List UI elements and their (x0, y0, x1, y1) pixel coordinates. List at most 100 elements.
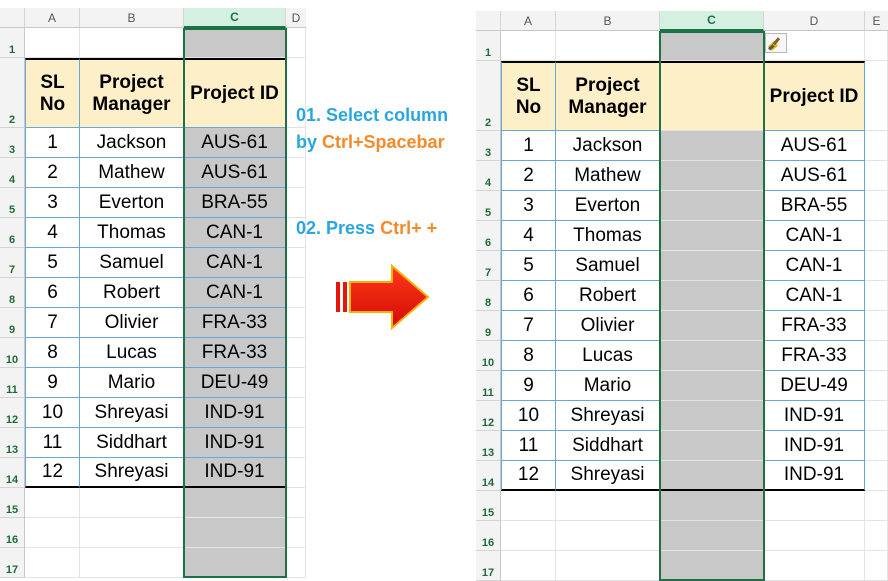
cell[interactable] (80, 518, 184, 548)
project-id-cell[interactable]: FRA-33 (184, 338, 286, 368)
project-id-cell[interactable]: FRA-33 (764, 311, 865, 341)
column-header-c[interactable]: C (184, 8, 286, 28)
sl-no-cell[interactable]: 10 (501, 401, 556, 431)
manager-cell[interactable]: Shreyasi (80, 398, 184, 428)
column-header-e[interactable]: E (865, 11, 888, 31)
cell[interactable] (660, 341, 764, 371)
row-header-6[interactable]: 6 (476, 221, 501, 251)
project-id-cell[interactable]: IND-91 (764, 401, 865, 431)
cell[interactable] (556, 491, 660, 521)
cell[interactable] (286, 278, 306, 308)
cell[interactable] (286, 368, 306, 398)
project-id-cell[interactable]: AUS-61 (184, 128, 286, 158)
manager-cell[interactable]: Lucas (80, 338, 184, 368)
project-id-header[interactable]: Project ID (184, 58, 286, 128)
manager-cell[interactable]: Jackson (556, 131, 660, 161)
sl-no-cell[interactable]: 8 (501, 341, 556, 371)
inserted-header-cell[interactable] (660, 61, 764, 131)
cell[interactable] (865, 341, 888, 371)
sl-no-cell[interactable]: 5 (25, 248, 80, 278)
manager-cell[interactable]: Everton (80, 188, 184, 218)
cell[interactable] (286, 398, 306, 428)
cell[interactable] (764, 551, 865, 581)
cell[interactable] (865, 551, 888, 581)
row-header-2[interactable]: 2 (476, 61, 501, 131)
project-id-cell[interactable]: FRA-33 (764, 341, 865, 371)
cell[interactable] (660, 131, 764, 161)
sl-no-cell[interactable]: 9 (501, 371, 556, 401)
project-id-cell[interactable]: IND-91 (764, 461, 865, 491)
project-manager-header[interactable]: Project Manager (556, 61, 660, 131)
row-header-9[interactable]: 9 (0, 308, 25, 338)
row-header-10[interactable]: 10 (476, 341, 501, 371)
cell[interactable] (865, 311, 888, 341)
manager-cell[interactable]: Lucas (556, 341, 660, 371)
row-header-9[interactable]: 9 (476, 311, 501, 341)
row-header-13[interactable]: 13 (0, 428, 25, 458)
sl-no-cell[interactable]: 4 (501, 221, 556, 251)
sl-no-cell[interactable]: 6 (25, 278, 80, 308)
row-header-1[interactable]: 1 (476, 31, 501, 61)
row-header-8[interactable]: 8 (476, 281, 501, 311)
row-header-12[interactable]: 12 (0, 398, 25, 428)
cell[interactable] (865, 191, 888, 221)
row-header-3[interactable]: 3 (0, 128, 25, 158)
cell[interactable] (660, 521, 764, 551)
cell[interactable] (660, 221, 764, 251)
cell[interactable] (286, 248, 306, 278)
manager-cell[interactable]: Jackson (80, 128, 184, 158)
row-header-14[interactable]: 14 (476, 461, 501, 491)
row-header-10[interactable]: 10 (0, 338, 25, 368)
project-id-cell[interactable]: CAN-1 (184, 248, 286, 278)
row-header-5[interactable]: 5 (0, 188, 25, 218)
cell[interactable] (865, 61, 888, 131)
sl-no-cell[interactable]: 9 (25, 368, 80, 398)
cell[interactable] (184, 488, 286, 518)
project-id-cell[interactable]: CAN-1 (184, 218, 286, 248)
row-header-11[interactable]: 11 (0, 368, 25, 398)
cell[interactable] (556, 521, 660, 551)
cell[interactable] (865, 461, 888, 491)
column-header-d[interactable]: D (286, 8, 306, 28)
cell[interactable] (865, 401, 888, 431)
manager-cell[interactable]: Robert (80, 278, 184, 308)
cell[interactable] (25, 518, 80, 548)
sl-no-cell[interactable]: 2 (501, 161, 556, 191)
cell[interactable] (556, 31, 660, 61)
project-id-cell[interactable]: IND-91 (184, 428, 286, 458)
column-header-a[interactable]: A (501, 11, 556, 31)
sl-no-cell[interactable]: 2 (25, 158, 80, 188)
sl-no-cell[interactable]: 4 (25, 218, 80, 248)
cell[interactable] (865, 431, 888, 461)
column-header-c[interactable]: C (660, 11, 764, 31)
sl-no-header[interactable]: SL No (501, 61, 556, 131)
row-header-15[interactable]: 15 (476, 491, 501, 521)
row-header-3[interactable]: 3 (476, 131, 501, 161)
sl-no-cell[interactable]: 7 (25, 308, 80, 338)
manager-cell[interactable]: Siddhart (80, 428, 184, 458)
cell[interactable] (865, 521, 888, 551)
cell[interactable] (286, 308, 306, 338)
project-id-cell[interactable]: CAN-1 (184, 278, 286, 308)
cell[interactable] (25, 28, 80, 58)
row-header-1[interactable]: 1 (0, 28, 25, 58)
cell[interactable] (660, 31, 764, 61)
cell[interactable] (660, 281, 764, 311)
project-id-cell[interactable]: CAN-1 (764, 281, 865, 311)
cell[interactable] (501, 31, 556, 61)
project-manager-header[interactable]: Project Manager (80, 58, 184, 128)
row-header-6[interactable]: 6 (0, 218, 25, 248)
column-header-d[interactable]: D (764, 11, 865, 31)
cell[interactable] (865, 251, 888, 281)
manager-cell[interactable]: Mathew (80, 158, 184, 188)
cell[interactable] (865, 221, 888, 251)
sl-no-cell[interactable]: 8 (25, 338, 80, 368)
row-header-17[interactable]: 17 (476, 551, 501, 581)
row-header-17[interactable]: 17 (0, 548, 25, 578)
cell[interactable] (501, 551, 556, 581)
row-header-4[interactable]: 4 (476, 161, 501, 191)
cell[interactable] (80, 28, 184, 58)
select-all-corner[interactable] (0, 8, 25, 28)
cell[interactable] (660, 431, 764, 461)
sl-no-cell[interactable]: 7 (501, 311, 556, 341)
